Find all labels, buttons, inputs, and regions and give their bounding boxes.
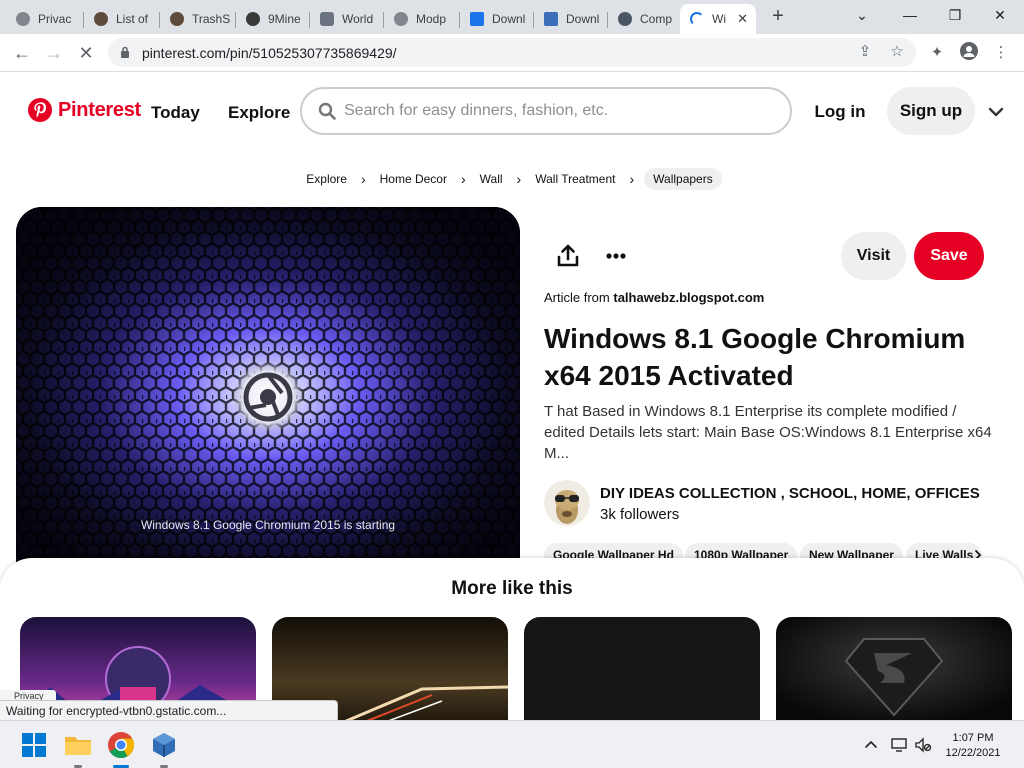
related-pin-thumbnail[interactable]	[524, 617, 760, 727]
chevron-up-icon[interactable]	[862, 736, 880, 754]
wikipedia-icon	[170, 12, 184, 26]
breadcrumb-wall-treatment[interactable]: Wall Treatment	[531, 172, 619, 186]
chevron-right-icon: ›	[629, 171, 635, 187]
log-in-button[interactable]: Log in	[806, 92, 874, 132]
pinterest-brand-name: Pinterest	[58, 98, 141, 121]
globe-icon	[16, 12, 30, 26]
display-icon[interactable]	[890, 736, 908, 754]
download-icon	[470, 12, 484, 26]
new-tab-button[interactable]: +	[768, 6, 788, 28]
more-options-icon[interactable]	[600, 240, 632, 272]
windows-start-icon[interactable]	[18, 729, 50, 761]
browser-tab[interactable]: World	[310, 4, 384, 34]
tab-search-chevron-icon[interactable]: ⌄	[846, 4, 878, 28]
lock-icon[interactable]	[120, 46, 130, 58]
volume-muted-icon[interactable]	[914, 736, 932, 754]
hexagon-wallpaper-image	[16, 207, 520, 567]
virtualbox-icon[interactable]	[148, 729, 180, 761]
profile-avatar-icon[interactable]	[958, 42, 980, 64]
breadcrumb-wallpapers[interactable]: Wallpapers	[644, 168, 722, 190]
breadcrumb: Explore › Home Decor › Wall › Wall Treat…	[0, 166, 1024, 192]
browser-toolbar: ← → ✕ pinterest.com/pin/5105253077358694…	[0, 34, 1024, 72]
clock-time: 1:07 PM	[952, 732, 994, 744]
pinterest-header: Pinterest Today Explore Log in Sign up	[0, 72, 1024, 152]
gear-icon	[618, 12, 632, 26]
pin-image[interactable]: Windows 8.1 Google Chromium 2015 is star…	[16, 207, 520, 567]
search-input[interactable]	[344, 99, 764, 123]
browser-tab[interactable]: Downl	[460, 4, 534, 34]
article-source: Article from talhawebz.blogspot.com	[544, 290, 764, 305]
system-clock[interactable]: 1:07 PM 12/22/2021	[938, 731, 1008, 761]
browser-tab[interactable]: List of	[84, 4, 160, 34]
forward-button[interactable]: →	[42, 42, 66, 64]
browser-tab[interactable]: TrashS	[160, 4, 236, 34]
search-box[interactable]	[300, 87, 792, 135]
wikipedia-icon	[94, 12, 108, 26]
minimize-button[interactable]: —	[894, 4, 926, 28]
pinterest-logo[interactable]: Pinterest	[28, 98, 141, 122]
more-like-this-heading: More like this	[451, 578, 573, 599]
shield-icon	[320, 12, 334, 26]
browser-tab[interactable]: Modp	[384, 4, 460, 34]
close-window-button[interactable]: ✕	[984, 4, 1016, 28]
breadcrumb-explore[interactable]: Explore	[302, 172, 351, 186]
browser-menu-icon[interactable]: ⋮	[990, 42, 1012, 64]
windows-taskbar: 1:07 PM 12/22/2021	[0, 720, 1024, 768]
restore-button[interactable]: ❐	[939, 4, 971, 28]
file-explorer-icon[interactable]	[62, 729, 94, 761]
image-icon	[544, 12, 558, 26]
back-button[interactable]: ←	[10, 42, 34, 64]
bookmark-star-icon[interactable]: ☆	[886, 41, 908, 63]
extensions-icon[interactable]: ✦	[926, 42, 948, 64]
pin-image-caption: Windows 8.1 Google Chromium 2015 is star…	[140, 518, 396, 532]
creator-avatar[interactable]	[544, 480, 590, 526]
address-bar[interactable]: pinterest.com/pin/510525307735869429/ ⇪ …	[108, 38, 916, 67]
article-prefix: Article from	[544, 290, 610, 305]
browser-tab[interactable]: 9Mine	[236, 4, 310, 34]
browser-tab[interactable]: Comp	[608, 4, 680, 34]
article-source-link[interactable]: talhawebz.blogspot.com	[613, 290, 764, 305]
pin-description: T hat Based in Windows 8.1 Enterprise it…	[544, 403, 992, 462]
breadcrumb-wall[interactable]: Wall	[476, 172, 507, 186]
close-tab-icon[interactable]: ✕	[737, 11, 748, 27]
nav-explore[interactable]: Explore	[228, 103, 290, 123]
browser-tab-strip: Privac List of TrashS 9Mine World Modp D…	[0, 0, 1024, 34]
creator-name[interactable]: DIY IDEAS COLLECTION , SCHOOL, HOME, OFF…	[600, 485, 980, 502]
visit-button[interactable]: Visit	[841, 232, 906, 280]
stop-loading-button[interactable]: ✕	[74, 42, 98, 64]
save-button[interactable]: Save	[914, 232, 984, 280]
chevron-right-icon: ›	[516, 171, 522, 187]
share-page-icon[interactable]: ⇪	[854, 41, 876, 63]
pin-title: Windows 8.1 Google Chromium x64 2015 Act…	[544, 323, 966, 391]
chevron-right-icon: ›	[460, 171, 466, 187]
browser-tab[interactable]: Privac	[6, 4, 84, 34]
share-icon[interactable]	[552, 240, 584, 272]
chrome-icon[interactable]	[105, 729, 137, 761]
9mine-icon	[246, 12, 260, 26]
sign-up-button[interactable]: Sign up	[887, 87, 975, 135]
nav-today[interactable]: Today	[151, 103, 200, 123]
browser-tab-active[interactable]: Wi ✕	[680, 4, 756, 34]
related-pin-thumbnail[interactable]	[776, 617, 1012, 727]
globe-icon	[394, 12, 408, 26]
clock-date: 12/22/2021	[945, 747, 1001, 759]
loading-status-bubble: Waiting for encrypted-vtbn0.gstatic.com.…	[0, 700, 338, 722]
search-icon	[318, 102, 336, 120]
url-text[interactable]: pinterest.com/pin/510525307735869429/	[142, 45, 397, 61]
browser-tab[interactable]: Downl	[534, 4, 608, 34]
pinterest-logo-icon	[28, 98, 52, 122]
more-like-this-panel: More like this	[0, 558, 1024, 727]
breadcrumb-home-decor[interactable]: Home Decor	[376, 172, 451, 186]
chevron-down-icon[interactable]	[986, 102, 1006, 122]
follower-count: 3k followers	[600, 506, 680, 523]
loading-icon	[690, 12, 704, 26]
chevron-right-icon: ›	[360, 171, 366, 187]
